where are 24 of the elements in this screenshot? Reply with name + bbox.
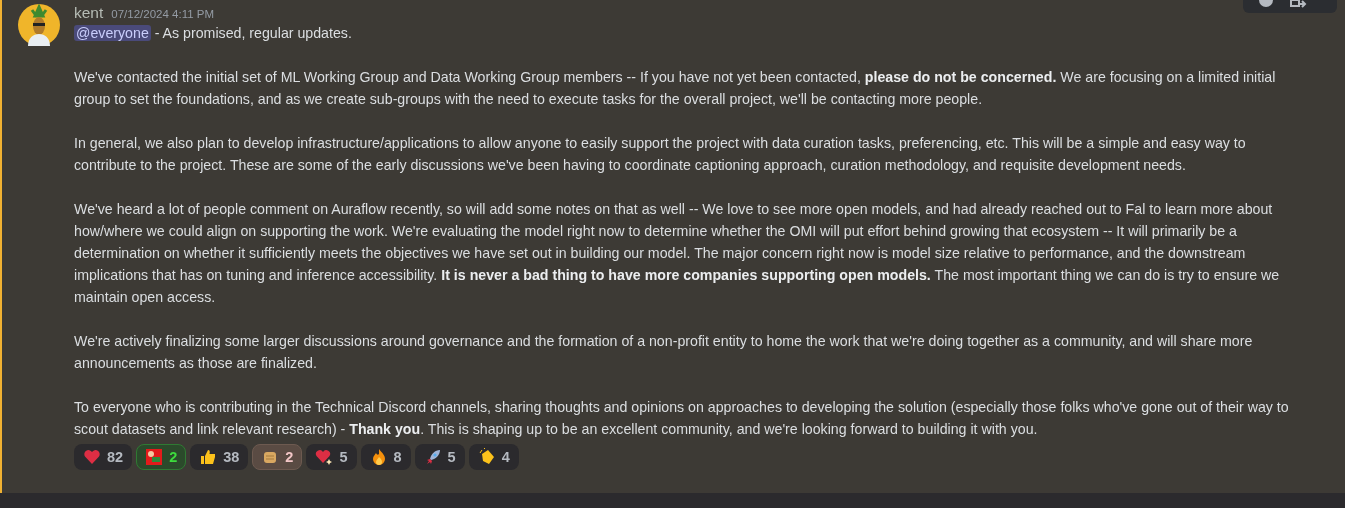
message-paragraph: To everyone who is contributing in the Technical Discord channels, sharing thoughts and opinions on approaches to developing the solution (especially those folks who've gone out of their way to scout datasets and link relevant research) - Thank you. This is shaping up to be an excellent community, and we're looking forward to building it with you. [74,398,1290,439]
timestamp: 07/12/2024 4:11 PM [111,8,215,20]
message-paragraph: We're actively finalizing some larger discussions around governance and the formation of a non-profit entity to home the work that we're doing together as a community, and will share more announcements as those are finalized. [74,332,1254,373]
heart-icon [83,448,101,466]
forward-icon[interactable] [1289,0,1307,8]
message-text: - As promised, regular updates. [153,25,352,41]
reaction-button[interactable]: 5 [306,444,357,470]
reaction-button[interactable]: 82 [74,444,133,470]
sparkling-heart-icon [315,448,334,466]
reaction-button[interactable]: 8 [360,444,411,470]
reaction-button[interactable]: 2 [252,444,303,470]
reaction-button[interactable]: 5 [414,444,465,470]
avatar[interactable] [18,4,60,46]
message-paragraph: In general, we also plan to develop infrastructure/applications to allow anyone to easily support the project with data curation tasks, preferencing, etc. This will be a simple and easy way to contribute to the project. These are some of the early discussions we've been having to coordinate captioning approach, curation methodology, and requisite development needs. [74,134,1247,175]
emoji-icon[interactable] [1257,0,1275,8]
reaction-button[interactable]: 38 [190,444,249,470]
reaction-button[interactable]: 2 [136,444,187,470]
thumbs-up-icon [199,448,218,466]
mention[interactable]: @everyone [74,25,151,41]
reaction-button[interactable]: 4 [468,444,519,470]
author-name[interactable]: kent [74,4,104,22]
sticker-icon [145,448,164,466]
message-paragraph: We've contacted the initial set of ML Working Group and Data Working Group members -- If you have not yet been contacted, please do not be concerned. We are focusing on a limited initial group to set the foundations, and as we create sub-groups with the need to execute tasks for the overall project, we'll be contacting more people. [74,68,1277,109]
message-paragraph: We've heard a lot of people comment on Auraflow recently, so will add some notes on that as well -- We love to see more open models, and had already reached out to Fal to learn more about how/where we could align on supporting the work. We're evaluating the model right now to determine whether the OMI will put effort behind growing that ecosystem -- It will primarily be a determination on whether it sufficiently meets the objectives we have set out in building our model. The major concern right now is model size relative to performance, and the downstream implications that has on tuning and inference accessibility. It is never a bad thing to have more companies supporting open models. The most important thing we can do is try to ensure we maintain open access. [74,200,1281,307]
